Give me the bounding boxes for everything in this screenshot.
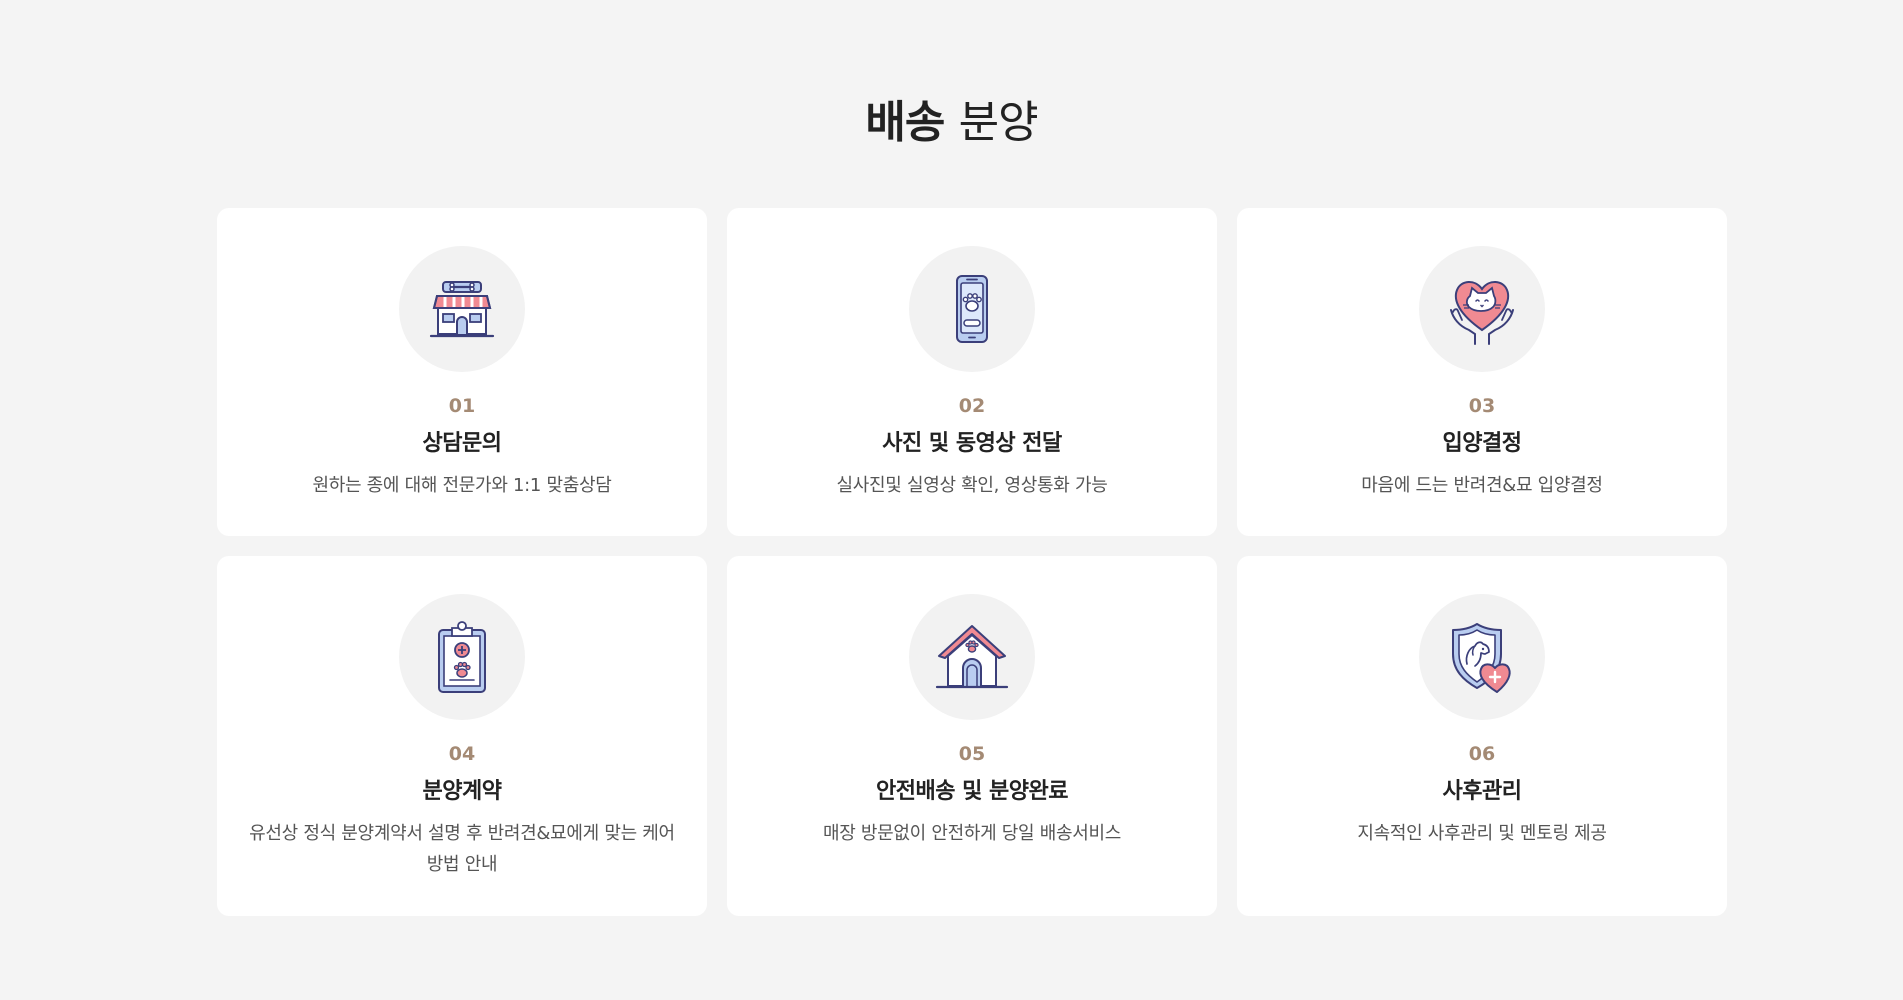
step-number: 06 <box>1468 743 1496 765</box>
step-description: 지속적인 사후관리 및 멘토링 제공 <box>1357 823 1607 844</box>
step-description: 마음에 드는 반려견&묘 입양결정 <box>1361 475 1603 496</box>
step-number: 03 <box>1468 395 1496 417</box>
step-card-1: 01 상담문의 원하는 종에 대해 전문가와 1:1 맞춤상담 <box>217 208 707 536</box>
step-description: 실사진및 실영상 확인, 영상통화 가능 <box>836 475 1108 496</box>
adoption-delivery-section: 배송 분양 01 상담문의 원하는 종에 대해 전문가와 1:1 맞춤상담 02… <box>0 0 1903 1000</box>
step-number: 02 <box>958 395 986 417</box>
section-title-bold: 배송 <box>865 97 945 148</box>
step-description: 원하는 종에 대해 전문가와 1:1 맞춤상담 <box>312 475 612 496</box>
shield-dog-icon <box>1452 623 1511 693</box>
step-title: 상담문의 <box>422 431 502 456</box>
pet-shop-icon <box>429 281 495 338</box>
step-icon-circle <box>1419 246 1545 372</box>
step-title: 분양계약 <box>422 779 502 804</box>
step-icon-circle <box>399 246 525 372</box>
section-title-light: 분양 <box>958 97 1039 148</box>
steps-grid: 01 상담문의 원하는 종에 대해 전문가와 1:1 맞춤상담 02 사진 및 … <box>217 208 1727 916</box>
step-card-2: 02 사진 및 동영상 전달 실사진및 실영상 확인, 영상통화 가능 <box>727 208 1217 536</box>
step-description: 매장 방문없이 안전하게 당일 배송서비스 <box>822 823 1122 844</box>
step-title: 사진 및 동영상 전달 <box>882 431 1062 456</box>
step-icon-circle <box>1419 594 1545 720</box>
step-card-3: 03 입양결정 마음에 드는 반려견&묘 입양결정 <box>1237 208 1727 536</box>
step-title: 안전배송 및 분양완료 <box>876 779 1068 804</box>
step-card-5: 05 안전배송 및 분양완료 매장 방문없이 안전하게 당일 배송서비스 <box>727 556 1217 916</box>
step-icon-circle <box>909 246 1035 372</box>
cat-heart-hands-icon <box>1450 281 1514 345</box>
step-description: 유선상 정식 분양계약서 설명 후 반려견&묘에게 맞는 케어 방법 안내 <box>249 823 675 875</box>
step-icon-circle <box>909 594 1035 720</box>
clipboard-paw-icon <box>438 621 486 693</box>
step-title: 사후관리 <box>1442 779 1522 804</box>
dog-house-icon <box>935 625 1009 689</box>
section-title: 배송 분양 <box>0 95 1903 151</box>
step-card-4: 04 분양계약 유선상 정식 분양계약서 설명 후 반려견&묘에게 맞는 케어 … <box>217 556 707 916</box>
step-number: 01 <box>448 395 476 417</box>
step-card-6: 06 사후관리 지속적인 사후관리 및 멘토링 제공 <box>1237 556 1727 916</box>
step-title: 입양결정 <box>1442 431 1522 456</box>
step-number: 04 <box>448 743 476 765</box>
step-number: 05 <box>958 743 986 765</box>
phone-paw-icon <box>956 275 988 343</box>
step-icon-circle <box>399 594 525 720</box>
